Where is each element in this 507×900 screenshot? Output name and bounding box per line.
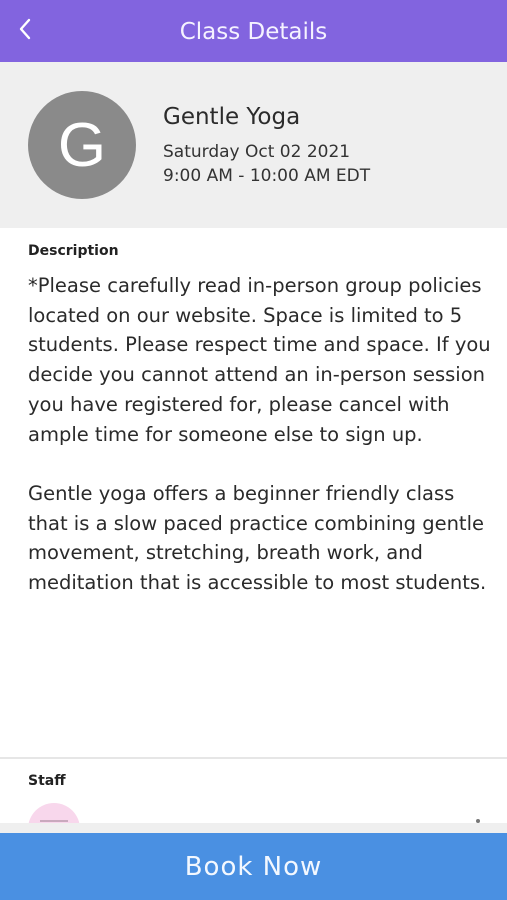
description-paragraph: Gentle yoga offers a beginner friendly c… [28,481,487,595]
top-app-bar: Class Details [0,0,507,62]
class-name: Gentle Yoga [163,104,301,130]
description-label: Description [28,243,119,259]
class-header-card: G Gentle Yoga Saturday Oct 02 2021 9:00 … [0,62,507,228]
description-paragraph: *Please carefully read in-person group p… [28,274,491,446]
footer-spacer [0,823,507,833]
page-title: Class Details [179,19,328,45]
class-date: Saturday Oct 02 2021 [163,142,351,162]
description-text: *Please carefully read in-person group p… [28,271,498,598]
book-now-button[interactable]: Book Now [0,833,507,900]
class-avatar: G [28,91,136,199]
section-divider [0,757,507,759]
staff-label: Staff [28,773,66,789]
class-time: 9:00 AM - 10:00 AM EDT [163,166,371,186]
